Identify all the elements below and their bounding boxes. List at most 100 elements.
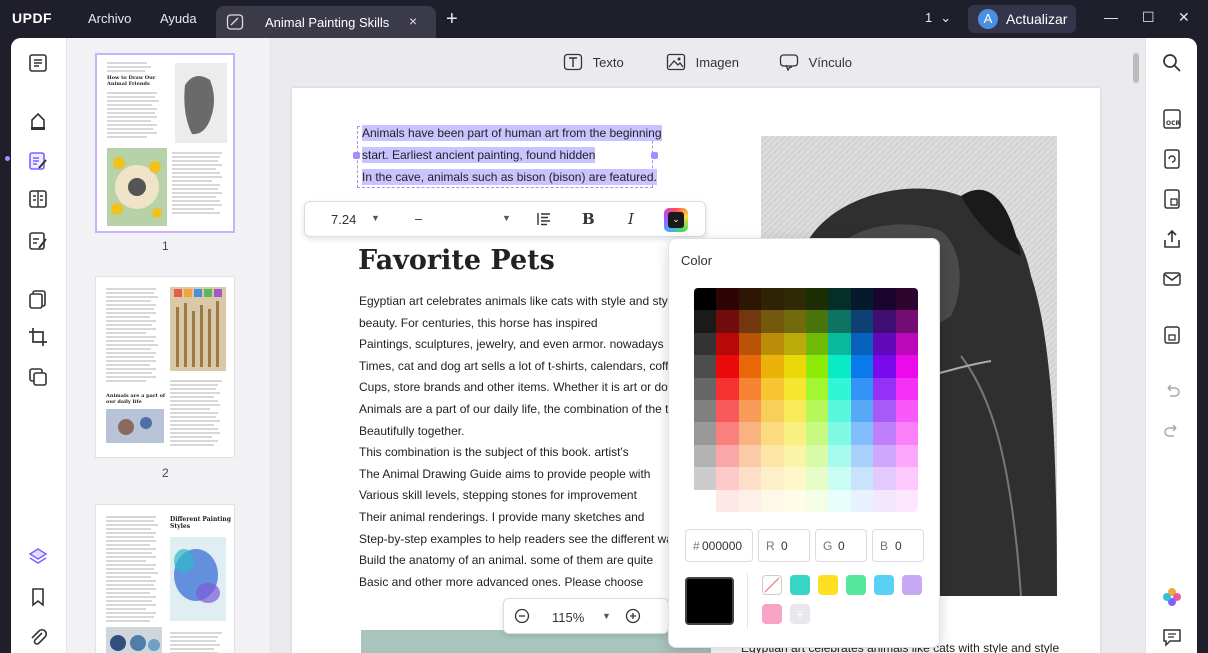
color-cell[interactable] [738, 377, 762, 400]
fill-sign-icon[interactable] [27, 230, 49, 252]
color-cell[interactable] [850, 332, 874, 356]
color-cell[interactable] [716, 355, 739, 378]
align-icon[interactable] [536, 211, 552, 232]
color-cell[interactable] [783, 489, 806, 512]
color-cell[interactable] [873, 310, 896, 333]
color-cell[interactable] [895, 310, 918, 333]
color-cell[interactable] [738, 467, 762, 490]
color-cell[interactable] [694, 489, 717, 512]
color-cell[interactable] [716, 399, 739, 423]
color-cell[interactable] [850, 467, 874, 490]
recent-color-swatch[interactable] [790, 575, 810, 595]
color-cell[interactable] [873, 444, 896, 468]
color-cell[interactable] [895, 467, 918, 490]
blue-input[interactable]: B0 [872, 529, 924, 562]
color-cell[interactable] [805, 332, 829, 356]
zoom-value[interactable]: 115% [552, 610, 584, 625]
resize-handle-left[interactable] [353, 152, 360, 159]
new-tab-button[interactable]: + [446, 8, 458, 31]
color-cell[interactable] [850, 444, 874, 468]
color-cell[interactable] [895, 332, 918, 356]
color-cell[interactable] [738, 422, 762, 445]
color-cell[interactable] [694, 467, 717, 490]
color-cell[interactable] [850, 288, 874, 311]
color-cell[interactable] [895, 377, 918, 400]
color-cell[interactable] [828, 467, 851, 490]
edit-pdf-icon[interactable] [27, 150, 49, 172]
color-cell[interactable] [828, 422, 851, 445]
color-cell[interactable] [694, 444, 717, 468]
close-window-button[interactable]: ✕ [1178, 9, 1190, 26]
minimize-button[interactable]: — [1104, 9, 1118, 25]
selected-text-box[interactable]: Animals have been part of human art from… [353, 125, 662, 188]
color-cell[interactable] [895, 422, 918, 445]
color-cell[interactable] [873, 422, 896, 445]
ai-assistant-icon[interactable] [1161, 586, 1183, 608]
color-cell[interactable] [761, 377, 784, 400]
color-cell[interactable] [738, 489, 762, 512]
color-cell[interactable] [805, 288, 829, 311]
color-cell[interactable] [828, 377, 851, 400]
color-cell[interactable] [761, 489, 784, 512]
tab-close-icon[interactable]: × [409, 13, 417, 29]
color-cell[interactable] [805, 310, 829, 333]
redo-icon[interactable] [1161, 420, 1183, 442]
color-cell[interactable] [738, 332, 762, 356]
color-cell[interactable] [783, 377, 806, 400]
color-cell[interactable] [783, 288, 806, 311]
color-cell[interactable] [738, 288, 762, 311]
font-name-dropdown-icon[interactable]: ▼ [502, 213, 511, 223]
menu-file[interactable]: Archivo [88, 11, 131, 26]
color-cell[interactable] [873, 288, 896, 311]
reader-icon[interactable] [27, 52, 49, 74]
color-cell[interactable] [805, 444, 829, 468]
color-cell[interactable] [895, 288, 918, 311]
color-picker-button[interactable]: ⌄ [664, 208, 688, 232]
color-cell[interactable] [850, 422, 874, 445]
red-input[interactable]: R0 [758, 529, 810, 562]
recent-color-swatch[interactable] [818, 575, 838, 595]
color-cell[interactable] [783, 310, 806, 333]
color-cell[interactable] [873, 332, 896, 356]
color-cell[interactable] [850, 489, 874, 512]
zoom-in-icon[interactable] [625, 608, 641, 629]
color-cell[interactable] [761, 332, 784, 356]
color-cell[interactable] [738, 310, 762, 333]
color-cell[interactable] [716, 444, 739, 468]
color-cell[interactable] [850, 355, 874, 378]
color-cell[interactable] [761, 288, 784, 311]
thumbnail-page-1[interactable]: How to Draw Our Animal Friends [95, 53, 235, 233]
add-color-button[interactable]: + [790, 604, 810, 624]
color-cell[interactable] [694, 332, 717, 356]
color-cell[interactable] [783, 422, 806, 445]
document-tab[interactable]: Animal Painting Skills × [216, 6, 436, 38]
menu-help[interactable]: Ayuda [160, 11, 197, 26]
font-size-dropdown-icon[interactable]: ▼ [371, 213, 380, 223]
italic-icon[interactable]: I [628, 210, 634, 228]
color-cell[interactable] [828, 444, 851, 468]
organize-pages-icon[interactable] [27, 188, 49, 210]
color-cell[interactable] [716, 332, 739, 356]
color-cell[interactable] [873, 399, 896, 423]
resize-handle-right[interactable] [651, 152, 658, 159]
color-cell[interactable] [716, 489, 739, 512]
color-cell[interactable] [850, 399, 874, 423]
color-cell[interactable] [873, 489, 896, 512]
color-cell[interactable] [694, 288, 717, 311]
color-cell[interactable] [716, 288, 739, 311]
color-cell[interactable] [828, 310, 851, 333]
add-link-button[interactable]: Vínculo [779, 53, 852, 72]
color-cell[interactable] [895, 489, 918, 512]
font-name-value[interactable]: – [415, 211, 422, 226]
recent-color-swatch[interactable] [762, 604, 782, 624]
vertical-scrollbar[interactable] [1133, 53, 1139, 83]
add-text-button[interactable]: Texto [563, 53, 624, 71]
color-cell[interactable] [895, 355, 918, 378]
color-cell[interactable] [805, 422, 829, 445]
color-cell[interactable] [783, 399, 806, 423]
zoom-dropdown-icon[interactable]: ▼ [602, 611, 611, 621]
thumbnail-page-3[interactable]: Different Painting Styles [95, 504, 235, 653]
color-cell[interactable] [738, 444, 762, 468]
color-cell[interactable] [805, 355, 829, 378]
color-cell[interactable] [738, 355, 762, 378]
